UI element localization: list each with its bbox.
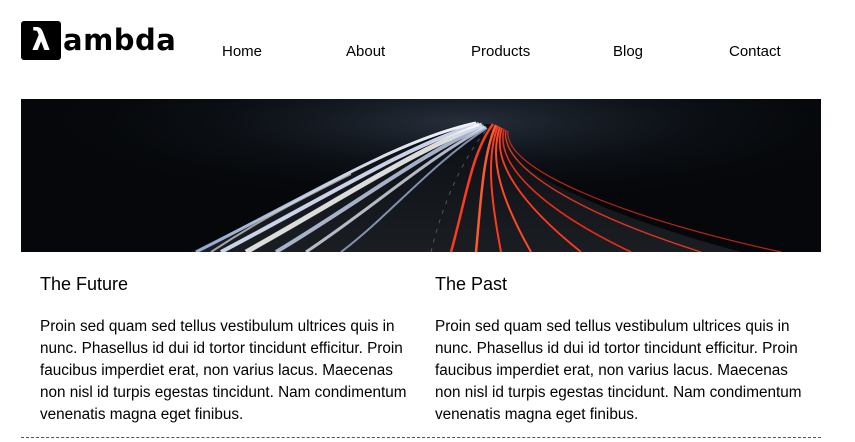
nav-link-contact[interactable]: Contact [729, 43, 781, 60]
nav-link-home[interactable]: Home [222, 43, 262, 60]
nav-link-blog[interactable]: Blog [613, 43, 643, 60]
section-body: Proin sed quam sed tellus vestibulum ult… [40, 318, 407, 423]
section-past: The Past Proin sed quam sed tellus vesti… [435, 270, 815, 426]
section-future: The Future Proin sed quam sed tellus ves… [40, 270, 420, 426]
page: λ ambda Home About Products Blog Contact [0, 0, 855, 442]
nav-link-products[interactable]: Products [471, 43, 530, 60]
section-title: The Past [435, 274, 508, 294]
section-title: The Future [40, 274, 129, 294]
highway-light-trails-image [21, 99, 821, 252]
site-header: λ ambda Home About Products Blog Contact [0, 0, 855, 100]
section-body: Proin sed quam sed tellus vestibulum ult… [435, 318, 802, 423]
nav-link-about[interactable]: About [346, 43, 385, 60]
hero-banner [21, 99, 821, 252]
main-nav: Home About Products Blog Contact [0, 43, 855, 63]
dashed-divider [21, 437, 821, 438]
